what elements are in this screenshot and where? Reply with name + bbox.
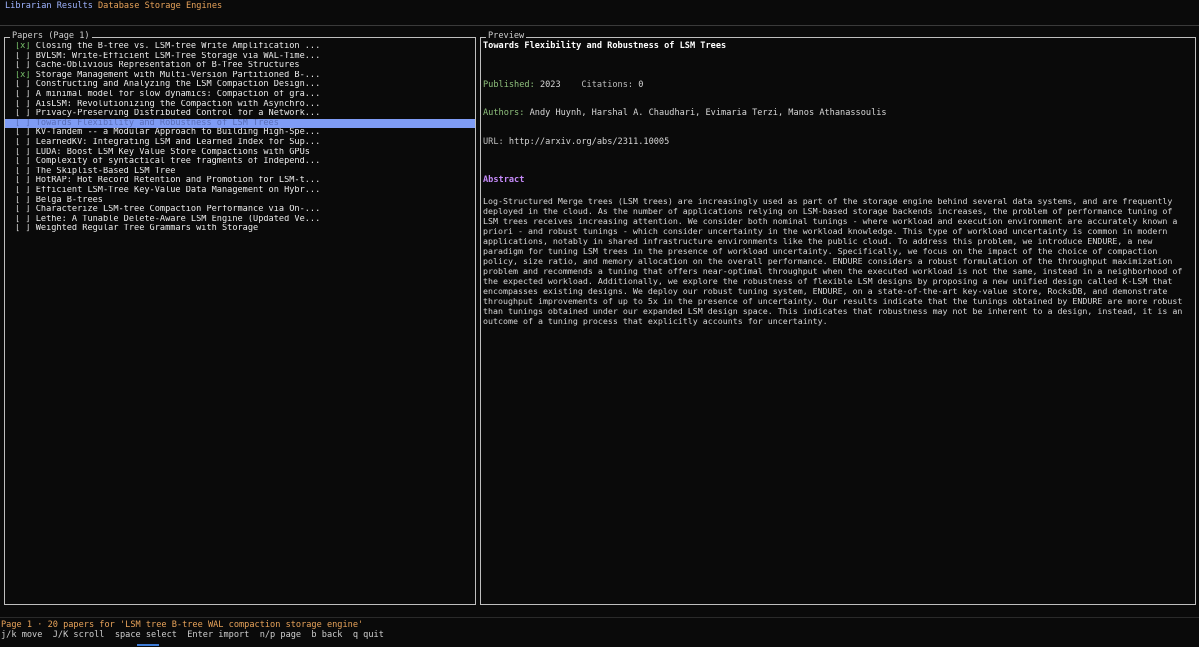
paper-title: LUDA: Boost LSM Key Value Store Compacti… xyxy=(35,147,310,157)
paper-row[interactable]: [ ] The Skiplist-Based LSM Tree xyxy=(5,167,475,177)
paper-title: KV-Tandem -- a Modular Approach to Build… xyxy=(35,128,321,138)
published-line: Published: 2023 Citations: 0 xyxy=(483,79,1189,91)
preview-title: Towards Flexibility and Robustness of LS… xyxy=(483,41,727,51)
paper-title: Cache-Oblivious Representation of B-Tree… xyxy=(35,61,300,71)
paper-checkbox[interactable]: [x] xyxy=(15,71,31,80)
paper-row[interactable]: [x] Closing the B-tree vs. LSM-tree Writ… xyxy=(5,42,475,52)
paper-checkbox[interactable]: [x] xyxy=(15,42,31,51)
paper-title: Characterize LSM-tree Compaction Perform… xyxy=(35,205,321,215)
paper-row[interactable]: [ ] BVLSM: Write-Efficient LSM-Tree Stor… xyxy=(5,52,475,62)
paper-row[interactable]: [ ] HotRAP: Hot Record Retention and Pro… xyxy=(5,176,475,186)
authors-line: Authors: Andy Huynh, Harshal A. Chaudhar… xyxy=(483,108,1189,119)
published-value: 2023 xyxy=(539,79,561,90)
paper-checkbox[interactable]: [ ] xyxy=(15,224,31,233)
paper-checkbox[interactable]: [ ] xyxy=(15,119,31,128)
paper-row[interactable]: [ ] Belga B-trees xyxy=(5,196,475,206)
paper-title: HotRAP: Hot Record Retention and Promoti… xyxy=(35,176,321,186)
url-label: URL: xyxy=(483,136,504,147)
citations-label: Citations: xyxy=(581,79,634,90)
paper-row[interactable]: [ ] Lethe: A Tunable Delete-Aware LSM En… xyxy=(5,215,475,225)
paper-title: Lethe: A Tunable Delete-Aware LSM Engine… xyxy=(35,214,321,224)
paper-checkbox[interactable]: [ ] xyxy=(15,176,31,185)
papers-pane: Papers (Page 1) [x] Closing the B-tree v… xyxy=(4,31,476,605)
scroll-indicator xyxy=(137,644,159,646)
paper-row[interactable]: [ ] LUDA: Boost LSM Key Value Store Comp… xyxy=(5,148,475,158)
paper-row[interactable]: [ ] Efficient LSM-Tree Key-Value Data Ma… xyxy=(5,186,475,196)
paper-checkbox[interactable]: [ ] xyxy=(15,205,31,214)
paper-title: Closing the B-tree vs. LSM-tree Write Am… xyxy=(35,42,321,51)
abstract-heading: Abstract xyxy=(483,175,525,186)
preview-meta: Published: 2023 Citations: 0 Authors: An… xyxy=(483,62,1189,167)
paper-title: Storage Management with Multi-Version Pa… xyxy=(35,70,321,80)
paper-row[interactable]: [ ] Privacy-Preserving Distributed Contr… xyxy=(5,109,475,119)
paper-title: Weighted Regular Tree Grammars with Stor… xyxy=(35,224,259,234)
paper-checkbox[interactable]: [ ] xyxy=(15,167,31,176)
citations-value: 0 xyxy=(638,79,644,90)
paper-row[interactable]: [ ] AisLSM: Revolutionizing the Compacti… xyxy=(5,100,475,110)
paper-title: AisLSM: Revolutionizing the Compaction w… xyxy=(35,99,321,109)
paper-row[interactable]: [ ] Cache-Oblivious Representation of B-… xyxy=(5,61,475,71)
paper-title: Efficient LSM-Tree Key-Value Data Manage… xyxy=(35,185,321,195)
paper-row[interactable]: [ ] A minimal model for slow dynamics: C… xyxy=(5,90,475,100)
title-bar: Librarian Results Database Storage Engin… xyxy=(0,0,1199,26)
tab-database-storage-engines[interactable]: Database Storage Engines xyxy=(98,1,222,12)
paper-checkbox[interactable]: [ ] xyxy=(15,148,31,157)
paper-checkbox[interactable]: [ ] xyxy=(15,109,31,118)
paper-checkbox[interactable]: [ ] xyxy=(15,128,31,137)
paper-list[interactable]: [x] Closing the B-tree vs. LSM-tree Writ… xyxy=(5,42,475,234)
paper-title: The Skiplist-Based LSM Tree xyxy=(35,166,176,176)
paper-row[interactable]: [ ] Towards Flexibility and Robustness o… xyxy=(5,118,475,129)
paper-title: Belga B-trees xyxy=(35,195,103,205)
abstract-text: Log-Structured Merge trees (LSM trees) a… xyxy=(483,195,1183,326)
paper-title: Towards Flexibility and Robustness of LS… xyxy=(35,118,279,128)
footer-divider xyxy=(0,617,1199,618)
paper-checkbox[interactable]: [ ] xyxy=(15,61,31,70)
paper-checkbox[interactable]: [ ] xyxy=(15,196,31,205)
paper-title: LearnedKV: Integrating LSM and Learned I… xyxy=(35,137,321,147)
paper-row[interactable]: [ ] Complexity of syntactical tree fragm… xyxy=(5,157,475,167)
paper-title: Constructing and Analyzing the LSM Compa… xyxy=(35,80,321,90)
terminal-window: Librarian Results Database Storage Engin… xyxy=(0,0,1199,647)
paper-row[interactable]: [ ] KV-Tandem -- a Modular Approach to B… xyxy=(5,128,475,138)
preview-pane: Preview Towards Flexibility and Robustne… xyxy=(480,31,1196,605)
paper-title: Privacy-Preserving Distributed Control f… xyxy=(35,109,321,119)
papers-pane-label: Papers (Page 1) xyxy=(10,31,92,42)
paper-checkbox[interactable]: [ ] xyxy=(15,186,31,195)
paper-checkbox[interactable]: [ ] xyxy=(15,157,31,166)
paper-checkbox[interactable]: [ ] xyxy=(15,215,31,224)
paper-row[interactable]: [x] Storage Management with Multi-Versio… xyxy=(5,71,475,81)
paper-title: Complexity of syntactical tree fragments… xyxy=(35,157,321,167)
preview-content: Towards Flexibility and Robustness of LS… xyxy=(483,41,1189,326)
authors-value: Andy Huynh, Harshal A. Chaudhari, Evimar… xyxy=(529,108,887,119)
paper-checkbox[interactable]: [ ] xyxy=(15,52,31,61)
keybinding-hints: j/k move J/K scroll space select Enter i… xyxy=(1,630,384,640)
paper-row[interactable]: [ ] Characterize LSM-tree Compaction Per… xyxy=(5,205,475,215)
paper-checkbox[interactable]: [ ] xyxy=(15,138,31,147)
paper-checkbox[interactable]: [ ] xyxy=(15,80,31,89)
paper-row[interactable]: [ ] LearnedKV: Integrating LSM and Learn… xyxy=(5,138,475,148)
paper-title: A minimal model for slow dynamics: Compa… xyxy=(35,89,321,99)
url-line: URL: http://arxiv.org/abs/2311.10005 xyxy=(483,136,1189,148)
published-label: Published: xyxy=(483,79,535,90)
paper-title: BVLSM: Write-Efficient LSM-Tree Storage … xyxy=(35,51,321,61)
paper-row[interactable]: [ ] Weighted Regular Tree Grammars with … xyxy=(5,224,475,234)
paper-row[interactable]: [ ] Constructing and Analyzing the LSM C… xyxy=(5,80,475,90)
app-title: Librarian Results xyxy=(5,1,93,11)
authors-label: Authors: xyxy=(483,108,525,119)
url-link[interactable]: http://arxiv.org/abs/2311.10005 xyxy=(509,137,669,147)
paper-checkbox[interactable]: [ ] xyxy=(15,100,31,109)
paper-checkbox[interactable]: [ ] xyxy=(15,90,31,99)
